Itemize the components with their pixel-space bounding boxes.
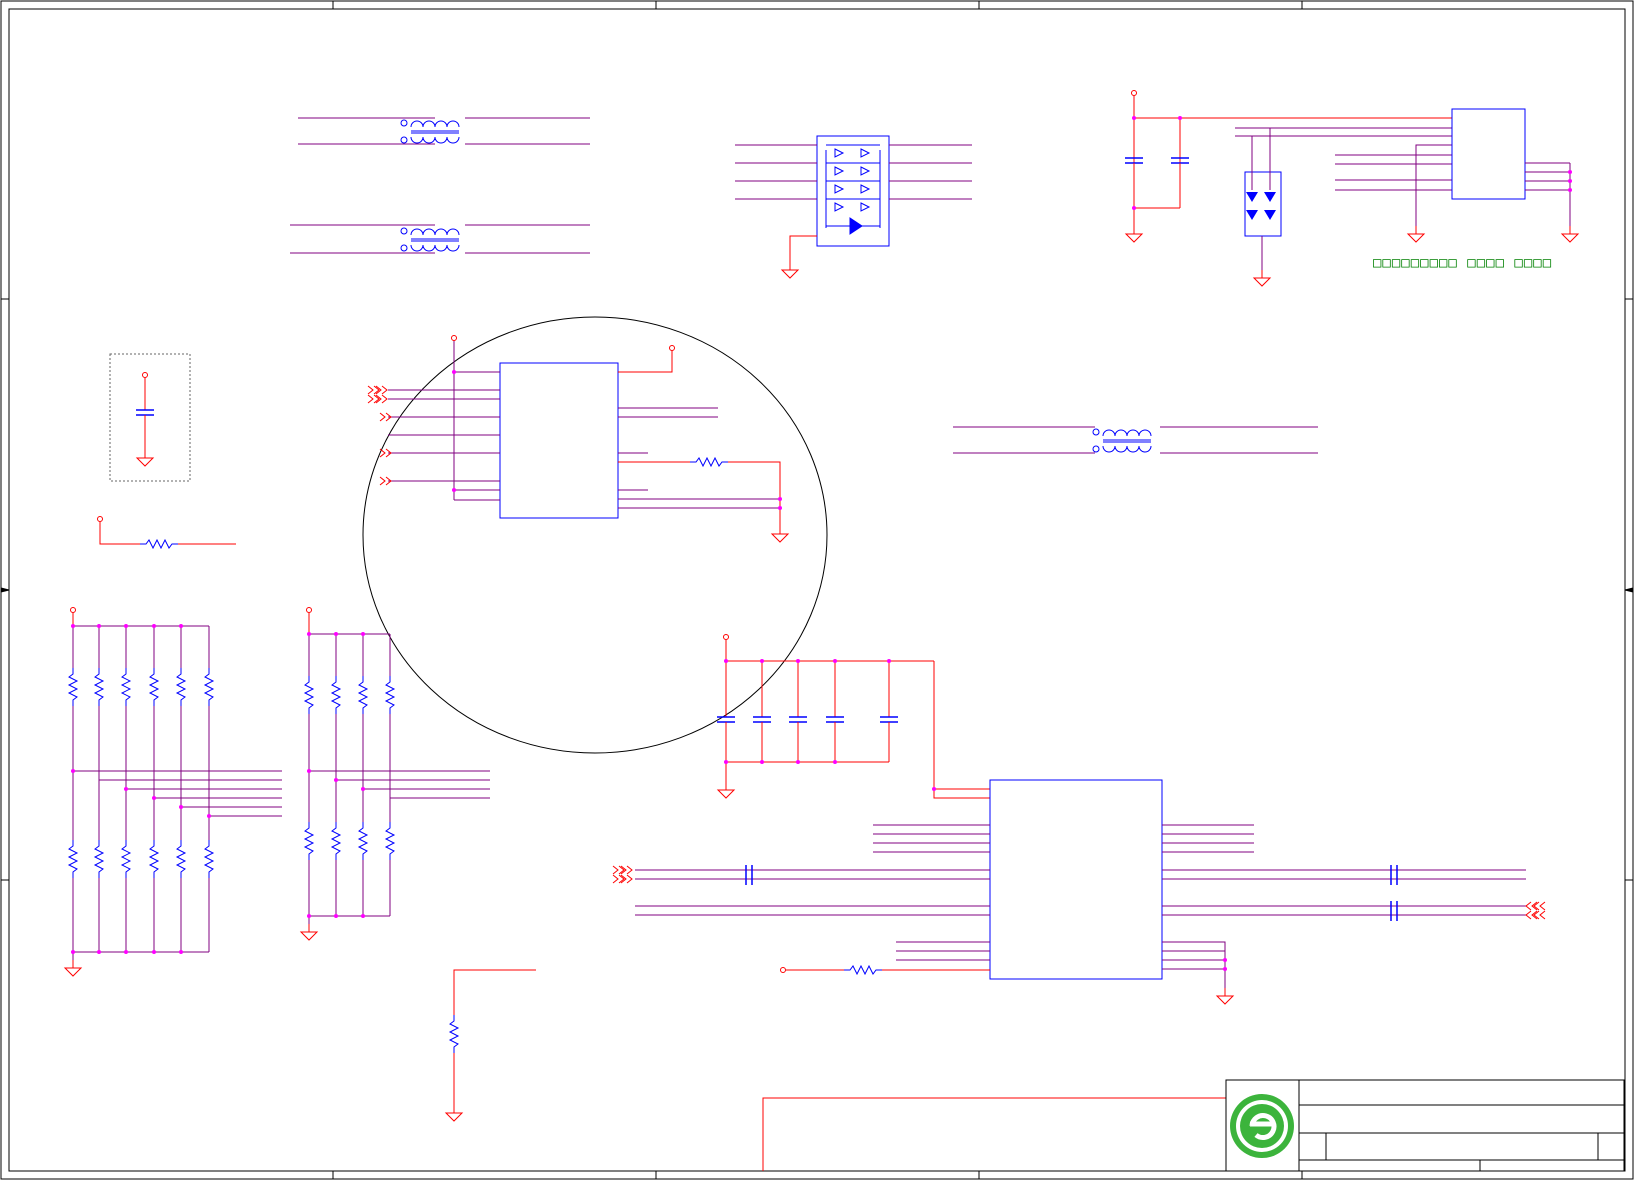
title-block <box>762 1079 1625 1172</box>
pullup-resistor <box>97 516 236 549</box>
schematic-sheet <box>0 0 1634 1180</box>
transformer-t2 <box>290 224 590 254</box>
main-ic <box>612 779 1546 1005</box>
resistor-bank-b <box>300 607 490 941</box>
resistor-bank-a <box>64 607 282 977</box>
capacitor-bank <box>716 634 990 799</box>
highlighted-ic-region <box>362 316 828 754</box>
decoupling-group <box>109 353 191 482</box>
diode-array <box>735 135 972 279</box>
company-logo <box>1230 1094 1294 1158</box>
pulldown-resistor <box>445 969 536 1122</box>
transformer-t1 <box>298 117 590 145</box>
transformer-t3 <box>953 426 1318 454</box>
annotation-note: □□□□□□□□□ □□□□ □□□□ <box>1373 255 1553 271</box>
